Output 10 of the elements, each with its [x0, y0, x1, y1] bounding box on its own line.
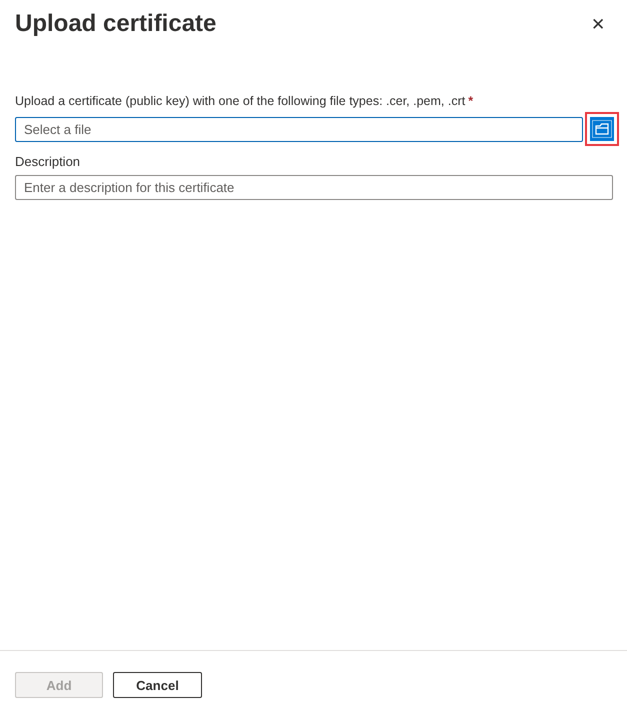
field-label: Description: [15, 154, 82, 169]
description-input-field[interactable]: Enter a description for this certificate: [15, 175, 613, 200]
folder-icon: [592, 120, 612, 138]
browse-button[interactable]: [590, 117, 614, 141]
file-input-field[interactable]: Select a file: [15, 116, 583, 142]
panel-title: Upload certificate: [15, 10, 216, 38]
cancel-button[interactable]: Cancel: [113, 672, 202, 698]
required-mark: *: [468, 94, 474, 108]
field-label: Upload a certificate (public key) with one of the following file types: .cer, .pem, .crt: [15, 94, 466, 108]
close-button[interactable]: ✕: [587, 12, 609, 36]
